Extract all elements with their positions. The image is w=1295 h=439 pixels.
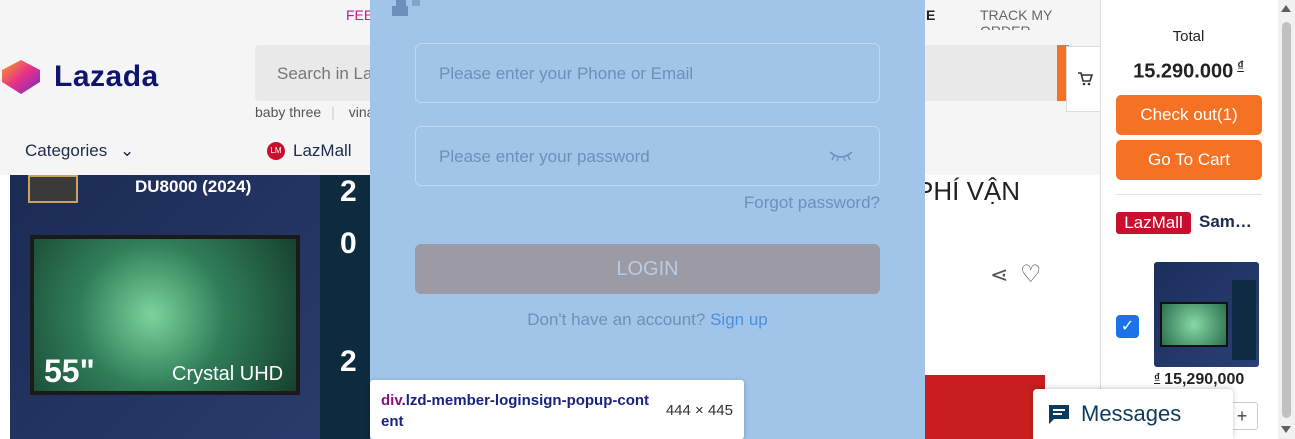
promo-strip: 2 0 2: [320, 175, 375, 439]
currency-symbol: ₫: [1154, 371, 1161, 385]
cart-icon: [1077, 72, 1093, 86]
lazmall-nav-link[interactable]: LM LazMall: [267, 141, 352, 161]
checkout-button[interactable]: Check out(1): [1116, 95, 1262, 135]
search-hint[interactable]: baby three: [255, 104, 321, 120]
lazada-logo[interactable]: Lazada: [0, 58, 159, 96]
item-thumbnail[interactable]: [1154, 262, 1259, 367]
store-name[interactable]: Samsung: [1199, 212, 1261, 232]
mini-cart-panel: Total 15.290.000 ₫ Check out(1) Go To Car…: [1100, 0, 1278, 439]
categories-menu[interactable]: Categories ⌄: [25, 141, 134, 161]
phone-email-input[interactable]: Please enter your Phone or Email: [415, 43, 880, 103]
chevron-down-icon: ⌄: [119, 141, 135, 160]
sign-up-link[interactable]: Sign up: [710, 310, 768, 329]
chat-icon: [1049, 405, 1069, 424]
password-input[interactable]: Please enter your password: [415, 126, 880, 186]
element-selector: div.lzd-member-loginsign-popup-content: [381, 390, 651, 432]
promo-digit: 0: [340, 227, 357, 260]
item-price: ₫ 15,290,000: [1154, 371, 1244, 389]
thumbnail-tv: [1160, 302, 1228, 347]
thumbnail-strip: [1232, 280, 1256, 360]
product-size: 55": [44, 353, 95, 389]
go-to-cart-button[interactable]: Go To Cart: [1116, 140, 1262, 180]
no-account-text: Don't have an account?: [527, 310, 706, 329]
categories-label: Categories: [25, 141, 108, 160]
popup-logo-icon: [392, 0, 420, 16]
scrollbar-thumb[interactable]: [1282, 22, 1291, 418]
promo-banner[interactable]: [925, 375, 1045, 439]
cart-tab[interactable]: [1066, 46, 1102, 112]
divider: [1116, 194, 1262, 195]
lazmall-label: LazMall: [293, 141, 352, 160]
scroll-down-icon[interactable]: [1281, 426, 1291, 433]
product-image[interactable]: DU8000 (2024) 55" Crystal UHD 2 0 2: [10, 175, 375, 439]
login-button[interactable]: LOGIN: [415, 244, 880, 294]
top-link-partial[interactable]: E: [926, 7, 935, 23]
promo-digit: 2: [340, 175, 357, 208]
total-value: 15.290.000 ₫: [1101, 58, 1276, 84]
item-checkbox[interactable]: ✓: [1116, 315, 1139, 338]
award-badge: [28, 175, 78, 203]
messages-label: Messages: [1081, 401, 1182, 426]
product-brand: Crystal UHD: [172, 363, 284, 385]
check-icon: ✓: [1120, 318, 1135, 335]
total-label: Total: [1172, 28, 1205, 45]
total-amount: 15.290.000: [1133, 60, 1234, 83]
lazmall-badge: LazMall: [1116, 212, 1191, 234]
item-price-value: 15,290,000: [1164, 371, 1245, 388]
share-icon[interactable]: ⋖: [990, 262, 1008, 288]
product-model: DU8000 (2024): [135, 177, 252, 196]
scrollbar[interactable]: [1278, 0, 1295, 439]
lazmall-icon: LM: [267, 142, 285, 160]
currency-symbol: ₫: [1237, 58, 1244, 73]
element-tag: div: [381, 392, 402, 409]
logo-text: Lazada: [54, 60, 159, 93]
signup-row: Don't have an account? Sign up: [370, 310, 925, 330]
hide-password-icon[interactable]: [828, 148, 854, 162]
messages-widget[interactable]: Messages: [1033, 389, 1233, 439]
promo-digit: 2: [340, 345, 357, 378]
forgot-password-link[interactable]: Forgot password?: [744, 193, 880, 213]
lazada-heart-icon: [2, 60, 40, 94]
login-popup: Please enter your Phone or Email Please …: [370, 0, 925, 439]
scroll-up-icon[interactable]: [1281, 5, 1291, 12]
product-title-partial: PHÍ VẬN: [916, 176, 1021, 206]
element-dimensions: 444 × 445: [665, 402, 733, 419]
devtools-inspector-tooltip: div.lzd-member-loginsign-popup-content 4…: [370, 380, 744, 439]
search-hints: baby three | vina: [255, 104, 375, 120]
element-class: .lzd-member-loginsign-popup-content: [381, 392, 650, 430]
heart-icon[interactable]: ♡: [1020, 260, 1042, 289]
